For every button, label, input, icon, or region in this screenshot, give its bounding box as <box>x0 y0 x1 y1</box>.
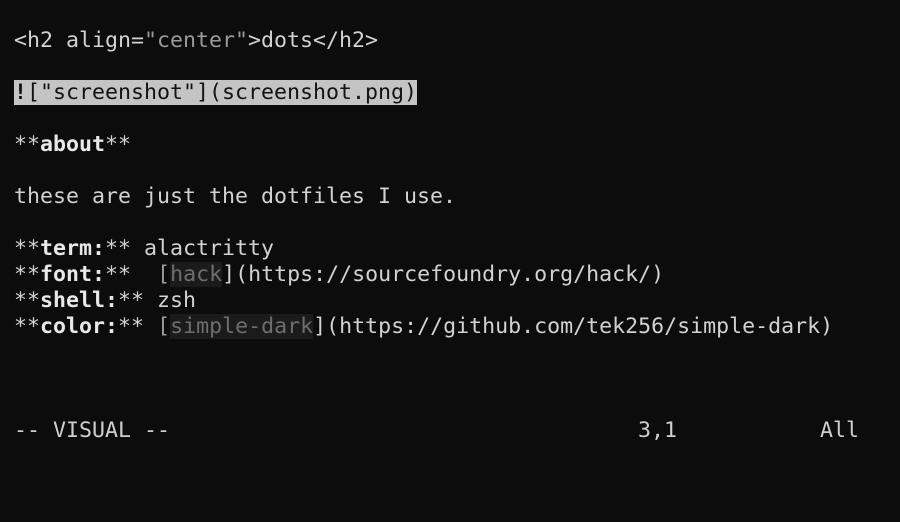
buffer-line-7[interactable]: these are just the dotfiles I use. <box>14 184 886 210</box>
buffer-line-4-empty[interactable] <box>14 106 886 132</box>
bold-marker-open: ** <box>14 314 41 339</box>
buffer-line-12[interactable]: **color:** [simple-dark](https://github.… <box>14 314 886 340</box>
attribute-value: "center" <box>144 28 249 53</box>
mode-indicator: -- VISUAL -- <box>14 418 171 443</box>
buffer-line-3[interactable]: !["screenshot"](screenshot.png) <box>14 80 886 106</box>
buffer-line-6-empty[interactable] <box>14 158 886 184</box>
buffer-line-9[interactable]: **term:** alactritty <box>14 236 886 262</box>
buffer-line-10[interactable]: **font:** [hack](https://sourcefoundry.o… <box>14 262 886 288</box>
scroll-indicator: All <box>820 418 860 443</box>
bold-marker-open: ** <box>14 236 41 261</box>
value-text: alactritty <box>131 236 275 261</box>
text-cursor: ! <box>14 80 28 105</box>
link-bracket-open: [ <box>157 314 171 339</box>
buffer-line-8-empty[interactable] <box>14 210 886 236</box>
bold-key: color: <box>40 314 119 339</box>
bold-marker-close: ** <box>105 262 132 287</box>
bold-marker-open: ** <box>14 262 41 287</box>
editor-buffer[interactable]: <h2 align="center">dots</h2> !["screensh… <box>14 28 886 340</box>
bold-marker-open: ** <box>14 132 41 157</box>
bold-key: font: <box>40 262 106 287</box>
buffer-line-1[interactable]: <h2 align="center">dots</h2> <box>14 28 886 54</box>
bold-marker-close: ** <box>118 288 145 313</box>
link-url: ](https://github.com/tek256/simple-dark) <box>313 314 834 339</box>
link-text: simple-dark <box>170 314 314 339</box>
link-bracket-open: [ <box>157 262 171 287</box>
spacing <box>144 314 157 339</box>
bold-key: term: <box>40 236 106 261</box>
spacing <box>131 262 157 287</box>
buffer-line-11[interactable]: **shell:** zsh <box>14 288 886 314</box>
link-text: hack <box>170 262 223 287</box>
status-line: -- VISUAL -- 3,1 All <box>14 418 886 444</box>
bold-marker-open: ** <box>14 288 41 313</box>
cursor-position: 3,1 <box>638 418 678 443</box>
value-text: zsh <box>144 288 197 313</box>
bold-marker-close: ** <box>105 132 132 157</box>
plain-text: these are just the dotfiles I use. <box>14 184 457 209</box>
buffer-line-5[interactable]: **about** <box>14 132 886 158</box>
link-url: ](https://sourcefoundry.org/hack/) <box>222 262 665 287</box>
bold-marker-close: ** <box>118 314 145 339</box>
bold-marker-close: ** <box>105 236 132 261</box>
html-tag-rest: >dots</h2> <box>248 28 379 53</box>
bold-key: shell: <box>40 288 119 313</box>
bold-text: about <box>40 132 106 157</box>
buffer-line-2-empty[interactable] <box>14 54 886 80</box>
visual-selection[interactable]: ["screenshot"](screenshot.png) <box>27 80 418 105</box>
html-tag-open: <h2 align= <box>14 28 145 53</box>
